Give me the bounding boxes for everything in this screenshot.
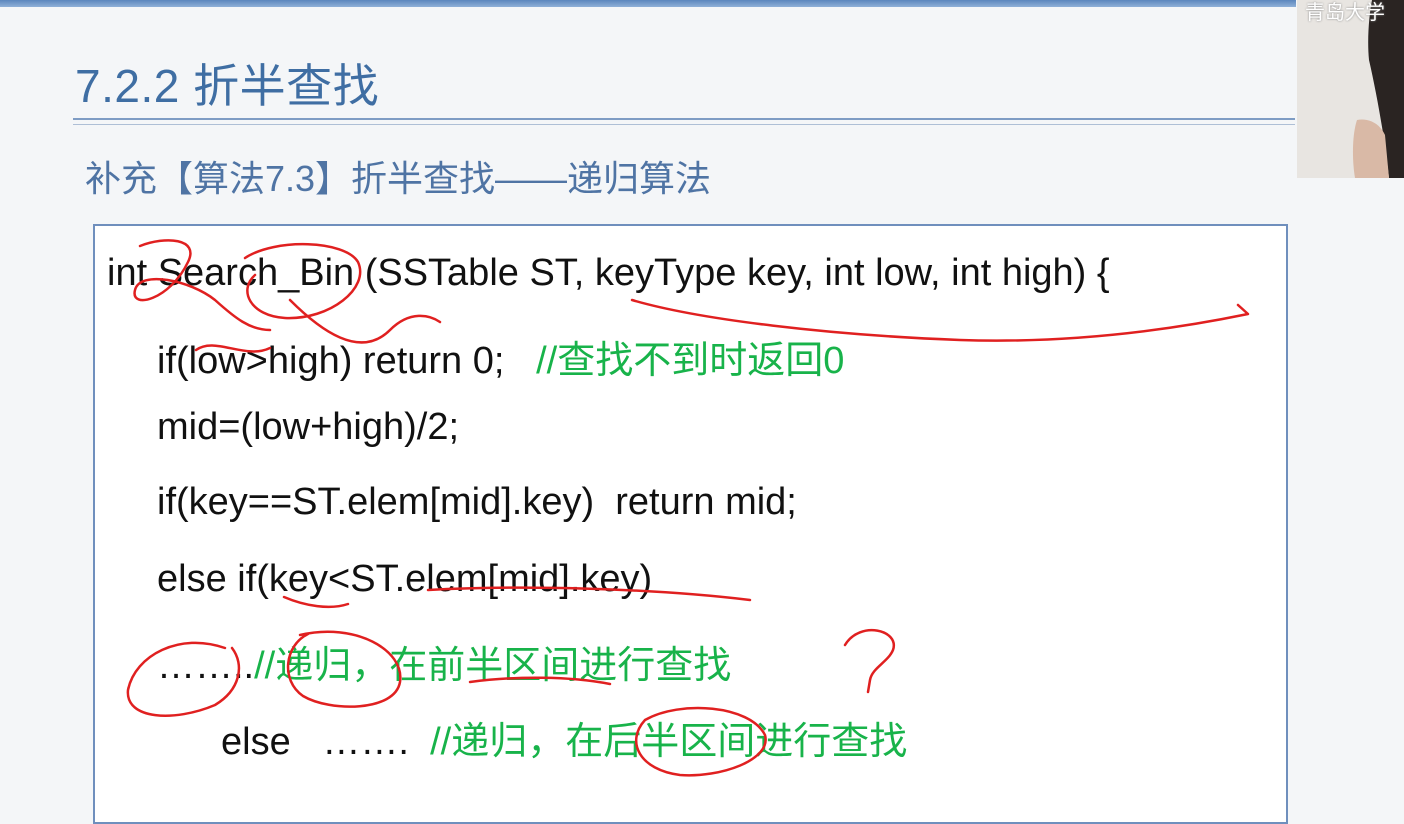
code-line-base-case: if(low>high) return 0; //查找不到时返回0 [157,329,844,384]
code-text: if(low>high) return 0; [157,340,505,382]
webcam-overlay: 青岛大学 [1297,0,1404,178]
code-block: int Search_Bin (SSTable ST, keyType key,… [93,224,1288,824]
code-text: else ……. [221,721,409,763]
slide-title: 7.2.2 折半查找 [75,60,380,112]
code-comment: //递归，在前半区间进行查找 [254,645,732,687]
code-text: …….. [157,645,255,687]
top-accent-bar [0,0,1296,7]
code-line-found: if(key==ST.elem[mid].key) return mid; [157,481,797,523]
title-divider [73,118,1295,120]
presenter-image [1297,0,1404,178]
code-line-recurse-left: ……..//递归，在前半区间进行查找 [157,634,731,689]
webcam-caption: 青岛大学 [1305,2,1385,24]
title-divider-thin [73,124,1295,125]
code-line-less-than: else if(key<ST.elem[mid].key) [157,558,653,600]
code-line-mid: mid=(low+high)/2; [157,406,460,448]
code-line-signature: int Search_Bin (SSTable ST, keyType key,… [107,252,1110,294]
code-line-recurse-right: else ……. //递归，在后半区间进行查找 [221,710,907,765]
code-comment: //查找不到时返回0 [536,340,845,382]
code-comment: //递归，在后半区间进行查找 [430,721,908,763]
slide-subtitle: 补充【算法7.3】折半查找——递归算法 [85,158,712,199]
